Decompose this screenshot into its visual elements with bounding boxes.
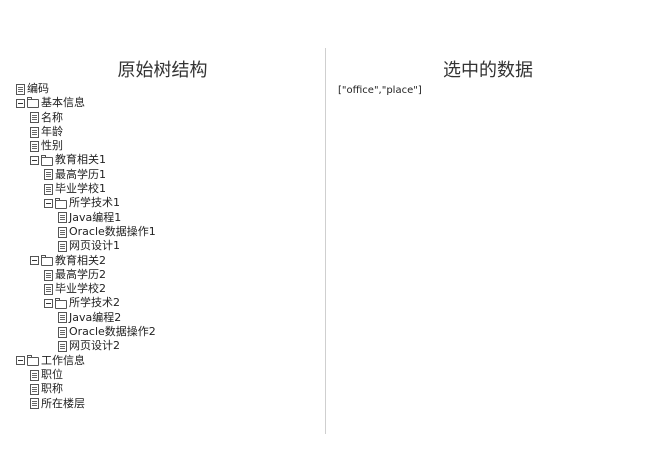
file-icon <box>58 326 67 338</box>
tree-demo-page: 原始树结构 编码 基本信息 名称 年龄 性别 教育相关1 最高学历1 毕业学校1 所学技术1 Ja… <box>0 0 650 466</box>
file-icon <box>30 126 39 138</box>
tree-node-label: Oracle数据操作1 <box>69 224 156 238</box>
original-tree-title: 原始树结构 <box>117 60 208 81</box>
file-icon <box>30 140 39 152</box>
file-icon <box>44 269 53 281</box>
tree-node-label: 职称 <box>41 382 63 396</box>
folder-open-icon <box>27 354 39 366</box>
file-icon <box>30 112 39 124</box>
file-icon <box>30 383 39 395</box>
file-icon <box>58 340 67 352</box>
file-icon <box>58 212 67 224</box>
tree-node-label: 网页设计1 <box>69 239 120 253</box>
tree-node-label: 所学技术1 <box>69 196 120 210</box>
tree-node-label: 最高学历2 <box>55 267 106 281</box>
tree-folder-node[interactable]: 教育相关1 <box>16 153 156 167</box>
collapse-toggle-icon[interactable] <box>30 156 39 166</box>
tree-node-label: 毕业学校1 <box>55 182 106 196</box>
original-tree-panel: 原始树结构 编码 基本信息 名称 年龄 性别 教育相关1 最高学历1 毕业学校1 所学技术1 Ja… <box>0 0 325 466</box>
collapse-toggle-icon[interactable] <box>30 256 39 266</box>
tree-node-label: Oracle数据操作2 <box>69 325 156 339</box>
collapse-toggle-icon[interactable] <box>44 199 53 209</box>
tree-folder-node[interactable]: 所学技术1 <box>16 196 156 210</box>
tree-node-label: 基本信息 <box>41 96 85 110</box>
tree-leaf-node[interactable]: Oracle数据操作2 <box>16 325 156 339</box>
file-icon <box>58 312 67 324</box>
tree-node-label: 所在楼层 <box>41 396 85 410</box>
tree-node-label: 职位 <box>41 367 63 381</box>
tree-node-label: 工作信息 <box>41 353 85 367</box>
file-icon <box>30 369 39 381</box>
tree-folder-node[interactable]: 基本信息 <box>16 96 156 110</box>
tree-node-label: 教育相关2 <box>55 253 106 267</box>
tree-folder-node[interactable]: 教育相关2 <box>16 254 156 268</box>
tree-leaf-node[interactable]: Oracle数据操作1 <box>16 225 156 239</box>
tree-leaf-node[interactable]: 毕业学校1 <box>16 182 156 196</box>
file-icon <box>58 226 67 238</box>
tree-leaf-node[interactable]: 所在楼层 <box>16 397 156 411</box>
file-icon <box>44 283 53 295</box>
tree-leaf-node[interactable]: 职称 <box>16 382 156 396</box>
collapse-toggle-icon[interactable] <box>16 356 25 366</box>
tree-leaf-node[interactable]: 编码 <box>16 82 156 96</box>
tree-leaf-node[interactable]: 网页设计1 <box>16 239 156 253</box>
file-icon <box>58 240 67 252</box>
selected-data-panel: 选中的数据 ["office","place"] <box>326 0 650 466</box>
collapse-toggle-icon[interactable] <box>44 299 53 309</box>
tree-node-label: 编码 <box>27 82 49 95</box>
folder-open-icon <box>41 154 53 166</box>
tree-node-label: 最高学历1 <box>55 167 106 181</box>
tree-folder-node[interactable]: 工作信息 <box>16 354 156 368</box>
tree-folder-node[interactable]: 所学技术2 <box>16 296 156 310</box>
tree-leaf-node[interactable]: Java编程2 <box>16 311 156 325</box>
tree-node-label: 网页设计2 <box>69 339 120 353</box>
tree-node-label: 性别 <box>41 139 63 153</box>
tree-leaf-node[interactable]: 最高学历1 <box>16 168 156 182</box>
tree-leaf-node[interactable]: 名称 <box>16 111 156 125</box>
selected-data-title: 选中的数据 <box>443 60 533 81</box>
tree-leaf-node[interactable]: Java编程1 <box>16 211 156 225</box>
tree-leaf-node[interactable]: 毕业学校2 <box>16 282 156 296</box>
tree-node-label: 名称 <box>41 110 63 124</box>
tree-node-label: 毕业学校2 <box>55 282 106 296</box>
selected-data-value: ["office","place"] <box>338 85 422 96</box>
tree-leaf-node[interactable]: 最高学历2 <box>16 268 156 282</box>
file-icon <box>44 169 53 181</box>
tree-leaf-node[interactable]: 性别 <box>16 139 156 153</box>
tree-node-label: 所学技术2 <box>69 296 120 310</box>
tree-node-label: 教育相关1 <box>55 153 106 167</box>
folder-open-icon <box>55 197 67 209</box>
original-tree: 编码 基本信息 名称 年龄 性别 教育相关1 最高学历1 毕业学校1 所学技术1 Java编程1 O… <box>16 82 156 411</box>
tree-node-label: Java编程1 <box>69 210 122 224</box>
folder-open-icon <box>55 297 67 309</box>
folder-open-icon <box>27 97 39 109</box>
file-icon <box>44 183 53 195</box>
tree-leaf-node[interactable]: 职位 <box>16 368 156 382</box>
collapse-toggle-icon[interactable] <box>16 98 25 108</box>
tree-node-label: Java编程2 <box>69 310 122 324</box>
folder-open-icon <box>41 254 53 266</box>
file-icon <box>30 398 39 410</box>
file-icon <box>16 83 25 95</box>
tree-leaf-node[interactable]: 网页设计2 <box>16 339 156 353</box>
tree-leaf-node[interactable]: 年龄 <box>16 125 156 139</box>
tree-node-label: 年龄 <box>41 124 63 138</box>
